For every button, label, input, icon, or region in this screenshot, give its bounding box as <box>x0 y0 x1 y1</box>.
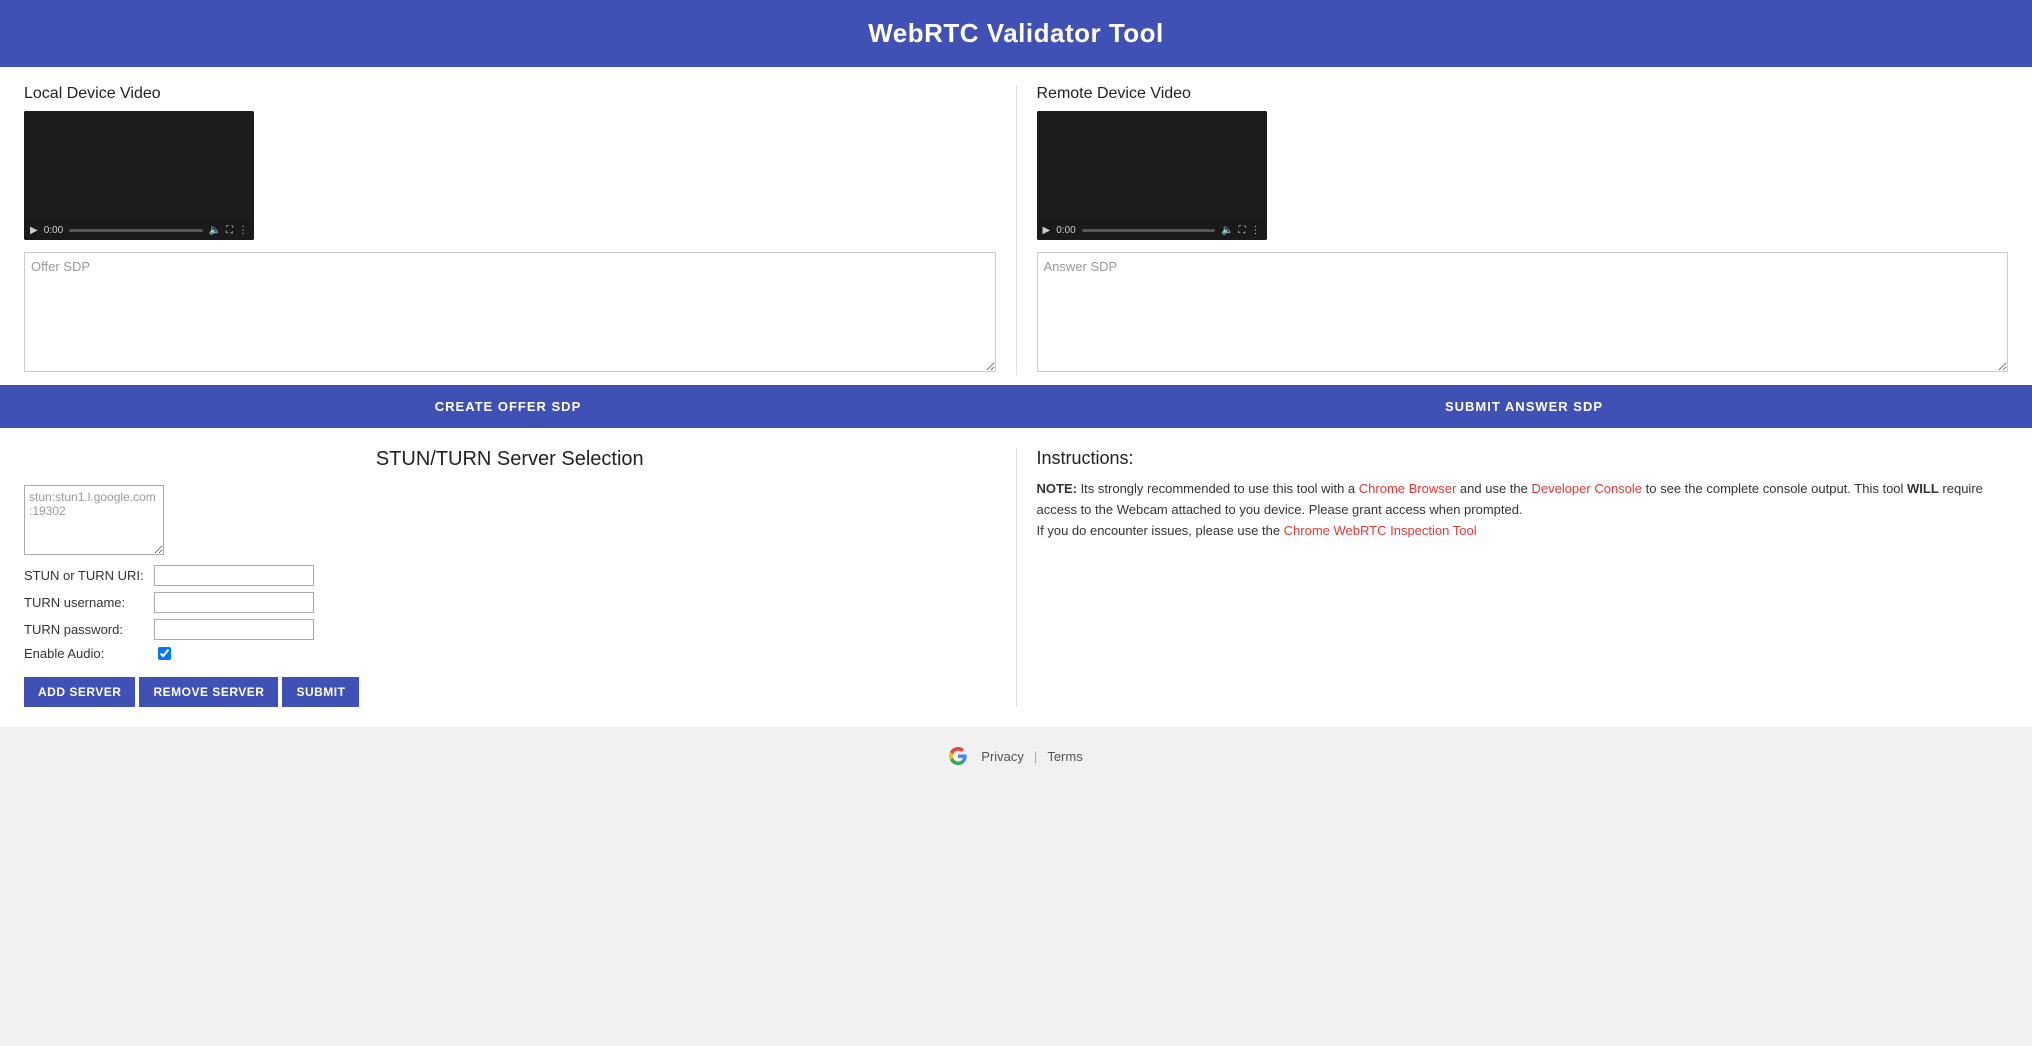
action-bar: CREATE OFFER SDP SUBMIT ANSWER SDP <box>0 385 2032 428</box>
page-title: WebRTC Validator Tool <box>868 18 1164 48</box>
remote-video-screen <box>1037 111 1267 221</box>
answer-sdp-textarea[interactable] <box>1037 252 2009 372</box>
remote-fullscreen-icon[interactable]: ⛶ <box>1239 225 1246 236</box>
local-video-controls: ▶ 0:00 🔈 ⛶ ⋮ <box>24 221 254 240</box>
footer-divider: | <box>1034 749 1037 764</box>
remote-progress-bar <box>1082 229 1215 232</box>
local-video-player[interactable]: ▶ 0:00 🔈 ⛶ ⋮ <box>24 111 254 240</box>
submit-answer-button[interactable]: SUBMIT ANSWER SDP <box>1016 385 2032 428</box>
local-more-icon[interactable]: ⋮ <box>238 225 248 236</box>
remote-video-player[interactable]: ▶ 0:00 🔈 ⛶ ⋮ <box>1037 111 1267 240</box>
terms-link[interactable]: Terms <box>1047 749 1082 764</box>
stun-server-list[interactable]: stun:stun1.l.google.com:19302 <box>24 485 164 555</box>
page-header: WebRTC Validator Tool <box>0 0 2032 67</box>
note-label: NOTE: <box>1037 481 1077 496</box>
google-logo <box>949 747 967 765</box>
local-fullscreen-icon[interactable]: ⛶ <box>226 225 233 236</box>
remote-more-icon[interactable]: ⋮ <box>1251 225 1261 236</box>
turn-password-label: TURN password: <box>24 622 154 637</box>
footer: Privacy | Terms <box>0 727 2032 781</box>
dev-console-link[interactable]: Developer Console <box>1531 481 1642 496</box>
remote-video-label: Remote Device Video <box>1037 85 2009 103</box>
turn-username-row: TURN username: <box>24 592 996 613</box>
stun-title: STUN/TURN Server Selection <box>24 448 996 471</box>
turn-username-input[interactable] <box>154 592 314 613</box>
turn-username-label: TURN username: <box>24 595 154 610</box>
remove-server-button[interactable]: REMOVE SERVER <box>139 677 278 707</box>
local-progress-bar <box>69 229 202 232</box>
local-video-right-icons: 🔈 ⛶ ⋮ <box>209 225 248 236</box>
remote-play-icon[interactable]: ▶ <box>1043 225 1051 236</box>
remote-volume-icon[interactable]: 🔈 <box>1221 225 1233 236</box>
remote-video-right-icons: 🔈 ⛶ ⋮ <box>1221 225 1260 236</box>
enable-audio-label: Enable Audio: <box>24 646 154 661</box>
add-server-button[interactable]: ADD SERVER <box>24 677 135 707</box>
issue-text: If you do encounter issues, please use t… <box>1037 523 1284 538</box>
local-video-screen <box>24 111 254 221</box>
instructions-section: Instructions: NOTE: Its strongly recomme… <box>1017 448 2009 707</box>
turn-uri-row: STUN or TURN URI: <box>24 565 996 586</box>
bottom-section: STUN/TURN Server Selection stun:stun1.l.… <box>0 428 2032 727</box>
stun-section: STUN/TURN Server Selection stun:stun1.l.… <box>24 448 1017 707</box>
note-text2: and use the <box>1456 481 1531 496</box>
note-text1: Its strongly recommended to use this too… <box>1077 481 1359 496</box>
will-bold: WILL <box>1907 481 1939 496</box>
submit-stun-button[interactable]: SUBMIT <box>282 677 359 707</box>
turn-password-row: TURN password: <box>24 619 996 640</box>
chrome-browser-link[interactable]: Chrome Browser <box>1359 481 1457 496</box>
privacy-link[interactable]: Privacy <box>981 749 1024 764</box>
local-video-label: Local Device Video <box>24 85 996 103</box>
turn-uri-label: STUN or TURN URI: <box>24 568 154 583</box>
local-video-time: 0:00 <box>44 225 63 236</box>
turn-password-input[interactable] <box>154 619 314 640</box>
create-offer-button[interactable]: CREATE OFFER SDP <box>0 385 1016 428</box>
enable-audio-row: Enable Audio: <box>24 646 996 661</box>
enable-audio-checkbox[interactable] <box>158 647 171 660</box>
turn-uri-input[interactable] <box>154 565 314 586</box>
remote-video-controls: ▶ 0:00 🔈 ⛶ ⋮ <box>1037 221 1267 240</box>
chrome-webrtc-link[interactable]: Chrome WebRTC Inspection Tool <box>1284 523 1477 538</box>
offer-sdp-textarea[interactable] <box>24 252 996 372</box>
local-play-icon[interactable]: ▶ <box>30 225 38 236</box>
local-volume-icon[interactable]: 🔈 <box>209 225 221 236</box>
instructions-body: NOTE: Its strongly recommended to use th… <box>1037 479 2009 541</box>
remote-video-time: 0:00 <box>1056 225 1075 236</box>
note-text3: to see the complete console output. This… <box>1642 481 1907 496</box>
stun-buttons: ADD SERVER REMOVE SERVER SUBMIT <box>24 677 996 707</box>
instructions-title: Instructions: <box>1037 448 2009 469</box>
